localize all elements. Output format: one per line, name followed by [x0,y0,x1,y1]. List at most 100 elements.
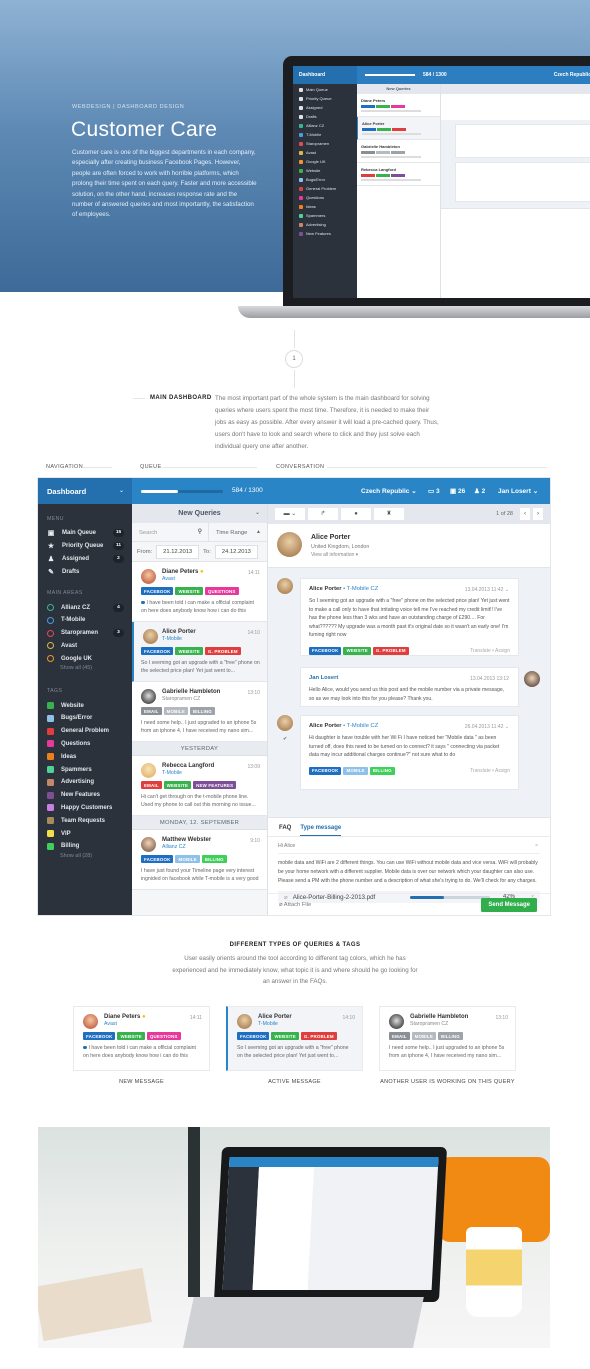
tag-badge[interactable]: WEBSITE [175,647,203,655]
info-button[interactable]: ● [341,508,371,520]
move-folder-button[interactable]: ▬ ⌄ [275,508,305,520]
sidebar-tag-item[interactable]: General Problem [38,725,132,738]
chevron-down-icon: ⌄ [118,488,124,494]
tag-badge[interactable]: FACEBOOK [141,587,174,595]
tab-faq[interactable]: FAQ [279,825,291,836]
delete-button[interactable]: ♜ [374,508,404,520]
tag-badge[interactable]: BILLING [201,855,227,863]
sidebar-tag-item[interactable]: New Features [38,789,132,802]
mini-sidebar-item: Priority Queue [299,95,351,102]
sidebar-area-item[interactable]: Staropramen 3 [38,627,132,640]
message-org: T-Mobile CZ [346,586,379,592]
sidebar-tag-item[interactable]: Spammers [38,763,132,776]
tab-type-message[interactable]: Type message [300,825,342,836]
message-body: So I seeming got an upgrade with a "free… [309,598,510,639]
greeting-field[interactable]: Hi Alice × [278,843,540,854]
queue-item[interactable]: Diane Peters ● Avast 14:11 FACEBOOK WEBSI… [74,1007,209,1066]
mini-sidebar-tag: Bugs/Error [299,176,351,183]
tag-color-swatch [47,753,54,761]
dashboard-menu-button[interactable]: Dashboard ⌄ [38,478,132,504]
attach-file-button[interactable]: ⌀ Attach File [279,902,311,908]
to-date-input[interactable]: 24.12.2013 [214,544,258,559]
queue-item[interactable]: Gabrielle Hambleton Staropramen CZ 13:10… [132,682,267,742]
queue-filter-select[interactable]: New Queries ⌄ [132,504,267,523]
queue-item[interactable]: Diane Peters ● Avast 14:11 FACEBOOK WEBSI… [132,562,267,622]
sidebar-tag-item[interactable]: VIP [38,827,132,840]
mini-sidebar-item: Avast [299,149,351,156]
inbox-indicator[interactable]: ▣ 26 [450,487,465,495]
sidebar-tag-item[interactable]: Billing [38,840,132,853]
queue-item[interactable]: Alice Porter T-Mobile 14:10 FACEBOOK WEBS… [228,1007,362,1066]
close-icon[interactable]: × [535,843,538,849]
tag-badge[interactable]: WEBSITE [163,781,192,789]
tag-badge[interactable]: MOBILE [411,1032,436,1040]
tag-badge[interactable]: WEBSITE [117,1032,145,1040]
tag-badge[interactable]: G. PROBLEM [372,646,409,655]
sidebar-item-priority-queue[interactable]: ★ Priority Queue 11 [38,540,132,553]
tag-badge[interactable]: WEBSITE [271,1032,299,1040]
chevron-down-icon[interactable]: ⌄ [505,587,509,593]
show-all-tags-link[interactable]: Show all (28) [38,853,132,864]
tag-badge[interactable]: G. PROBLEM [300,1032,337,1040]
tag-badge[interactable]: FACEBOOK [237,1032,270,1040]
mini-sidebar-tag: Website [299,167,351,174]
tag-badge[interactable]: G. PROBLEM [204,647,241,655]
tag-badge[interactable]: MOBILE [175,855,200,863]
sidebar-area-item[interactable]: Avast [38,640,132,653]
tag-badge[interactable]: QUESTIONS [146,1032,181,1040]
queue-item[interactable]: Rebecca Langford T-Mobile 13:09 EMAIL WEB… [132,756,267,816]
tag-badge[interactable]: WEBSITE [343,646,371,655]
forward-button[interactable]: ↱ [308,508,338,520]
tag-badge[interactable]: MOBILE [343,766,368,775]
tag-badge[interactable]: MOBILE [163,707,188,715]
tag-badge[interactable]: WEBSITE [175,587,203,595]
from-date-input[interactable]: 21.12.2013 [156,544,200,559]
prev-button[interactable]: ‹ [520,508,530,520]
tag-badge[interactable]: FACEBOOK [309,766,342,775]
message-actions[interactable]: Translate • Assign [470,768,510,774]
tag-badge[interactable]: FACEBOOK [309,646,342,655]
sidebar-tag-item[interactable]: Advertising [38,776,132,789]
tag-badge[interactable]: QUESTIONS [204,587,239,595]
sidebar-tag-item[interactable]: Questions [38,738,132,751]
sidebar-tag-item[interactable]: Team Requests [38,814,132,827]
message-textarea[interactable]: mobile data and WiFi are 2 different thi… [278,859,540,886]
tag-badge[interactable]: NEW FEATURES [193,781,237,789]
sidebar-area-item[interactable]: Allianz CZ 4 [38,601,132,614]
users-indicator[interactable]: ♟ 2 [474,487,485,495]
tag-badge[interactable]: EMAIL [141,707,162,715]
sidebar-item-drafts[interactable]: ✎ Drafts [38,565,132,578]
queue-count: 584 / 1300 [232,487,263,494]
example-label: ACTIVE MESSAGE [268,1079,321,1085]
queue-item[interactable]: Matthew Webster Allianz CZ 9:10 FACEBOOK… [132,830,267,890]
tag-badge[interactable]: EMAIL [389,1032,410,1040]
tag-badge[interactable]: FACEBOOK [83,1032,116,1040]
tag-badge[interactable]: FACEBOOK [141,647,174,655]
sidebar-area-item[interactable]: Google UK [38,652,132,665]
chevron-down-icon[interactable]: ⌄ [505,724,509,730]
time-range-toggle[interactable]: Time Range ▲ [209,523,267,541]
tag-badge[interactable]: FACEBOOK [141,855,174,863]
queue-item[interactable]: Alice Porter T-Mobile 14:10 FACEBOOK WEBS… [132,622,267,682]
view-info-link[interactable]: View all information ▾ [311,552,358,558]
message-actions[interactable]: Translate • Assign [470,648,510,654]
queue-item[interactable]: Gabrielle Hambleton Staropramen CZ 13:10… [380,1007,515,1066]
search-input[interactable]: Search ⚲ [132,523,209,541]
send-message-button[interactable]: Send Message [481,898,537,912]
sidebar-tag-item[interactable]: Bugs/Error [38,712,132,725]
sidebar-area-item[interactable]: T-Mobile [38,614,132,627]
country-select[interactable]: Czech Republic ⌄ [361,487,417,495]
tag-badge[interactable]: EMAIL [141,781,162,789]
sidebar-tag-item[interactable]: Happy Customers [38,802,132,815]
tag-badge[interactable]: BILLING [369,766,395,775]
show-all-areas-link[interactable]: Show all (45) [38,665,132,676]
sidebar-item-main-queue[interactable]: ▣ Main Queue 15 [38,527,132,540]
sidebar-item-assigned[interactable]: ♟ Assigned 2 [38,553,132,566]
next-button[interactable]: › [533,508,543,520]
sidebar-tag-item[interactable]: Website [38,699,132,712]
user-menu[interactable]: Jan Losert ⌄ [498,487,538,495]
tag-badge[interactable]: BILLING [189,707,215,715]
tag-badge[interactable]: BILLING [437,1032,463,1040]
sidebar-tag-item[interactable]: Ideas [38,750,132,763]
messages-indicator[interactable]: ▭ 3 [428,487,440,495]
